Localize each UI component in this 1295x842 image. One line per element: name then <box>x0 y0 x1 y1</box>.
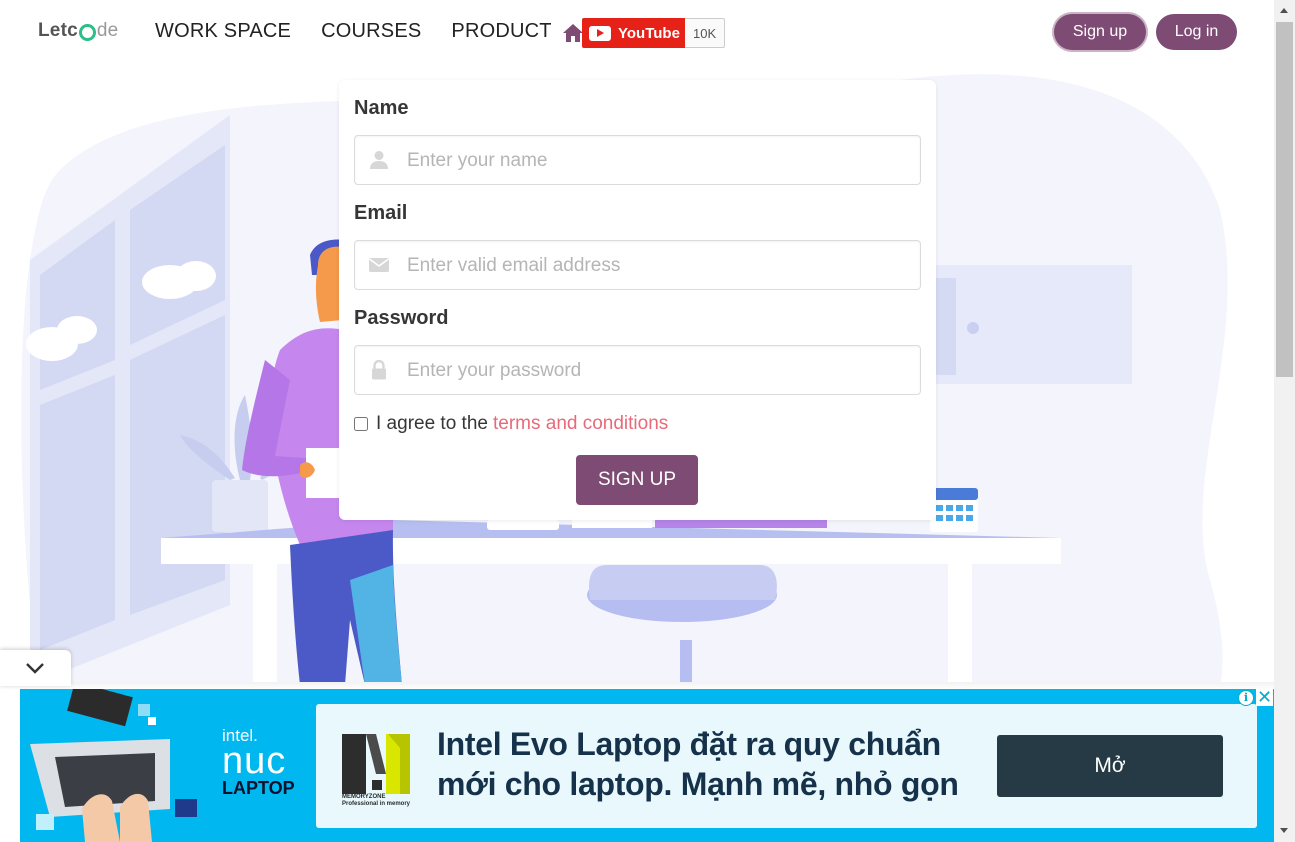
logo-ring-icon <box>78 23 96 41</box>
ad-headline: Intel Evo Laptop đặt ra quy chuẩn mới ch… <box>437 724 977 804</box>
email-input[interactable] <box>405 241 909 291</box>
chair-stem <box>680 640 692 685</box>
ad-banner[interactable]: intel. nuc LAPTOP MEMORYZONE Professiona… <box>20 689 1274 842</box>
nav-courses[interactable]: COURSES <box>321 20 421 43</box>
brand-laptop: LAPTOP <box>222 778 295 798</box>
ad-content-panel[interactable]: MEMORYZONE Professional in memory Intel … <box>316 704 1257 828</box>
password-label: Password <box>354 307 449 329</box>
scroll-thumb[interactable] <box>1276 22 1293 377</box>
user-icon <box>370 151 388 169</box>
memoryzone-tagline: Professional in memory <box>342 801 411 807</box>
logo-text-prefix: Letc <box>38 20 78 41</box>
intel-nuc-brand: intel. nuc LAPTOP <box>222 727 295 798</box>
main-nav: WORK SPACE COURSES PRODUCT <box>155 20 552 43</box>
ad-close-icon[interactable]: ✕ <box>1256 689 1273 706</box>
desk-keyboard <box>487 520 559 530</box>
terms-link[interactable]: terms and conditions <box>493 413 668 435</box>
youtube-subscribe-button[interactable]: YouTube <box>582 18 690 48</box>
ad-headline-line-1: Intel Evo Laptop đặt ra quy chuẩn <box>437 726 941 762</box>
youtube-subscriber-count: 10K <box>685 18 726 48</box>
name-label: Name <box>354 97 409 119</box>
signup-form-card: Name Email Password I ag <box>339 80 936 520</box>
lock-icon <box>372 360 386 380</box>
email-field[interactable] <box>354 240 921 291</box>
calendar-header <box>930 488 978 500</box>
desk-leg-left <box>253 564 277 685</box>
brand-nuc: nuc <box>222 740 287 782</box>
scroll-down-arrow-icon[interactable] <box>1280 828 1288 833</box>
login-button[interactable]: Log in <box>1156 14 1237 50</box>
nav-workspace[interactable]: WORK SPACE <box>155 20 291 43</box>
terms-agreement: I agree to the terms and conditions <box>354 413 668 435</box>
window-pane-3 <box>40 375 115 650</box>
ad-headline-line-2: mới cho laptop. Mạnh mẽ, nhỏ gọn <box>437 766 959 802</box>
header: Letc de WORK SPACE COURSES PRODUCT YouTub… <box>0 0 1274 66</box>
agree-text: I agree to the <box>376 413 488 434</box>
youtube-play-icon <box>589 25 611 41</box>
chevron-down-icon <box>26 663 44 674</box>
password-input[interactable] <box>405 346 909 396</box>
wall-board-panel <box>936 278 956 375</box>
logo-text-suffix: de <box>96 20 119 41</box>
ad-open-button[interactable]: Mở <box>997 735 1223 797</box>
memoryzone-text: MEMORYZONE Professional in memory <box>342 794 412 808</box>
email-label: Email <box>354 202 408 224</box>
laptop-image <box>30 689 197 842</box>
home-icon[interactable] <box>562 23 584 43</box>
desk-papers <box>572 520 652 528</box>
page: Letc de WORK SPACE COURSES PRODUCT YouTub… <box>0 0 1295 842</box>
envelope-icon <box>369 258 389 272</box>
password-field[interactable] <box>354 345 921 396</box>
scroll-up-arrow-icon[interactable] <box>1280 8 1288 13</box>
name-field[interactable] <box>354 135 921 186</box>
signup-button[interactable]: Sign up <box>1054 14 1146 50</box>
logo[interactable]: Letc de <box>38 20 118 42</box>
plant-pot <box>212 480 268 532</box>
ad-info-icon[interactable]: i <box>1238 690 1254 706</box>
memoryzone-name: MEMORYZONE <box>342 794 386 800</box>
chair-back <box>589 565 777 600</box>
desk-leg-right <box>948 564 972 685</box>
ad-collapse-button[interactable] <box>0 650 71 686</box>
page-scrollbar[interactable] <box>1274 0 1295 842</box>
nav-product[interactable]: PRODUCT <box>451 20 551 43</box>
wall-board-dot <box>967 322 979 334</box>
cloud-2 <box>176 261 216 291</box>
wall-board <box>930 265 1132 384</box>
terms-checkbox[interactable] <box>354 417 368 431</box>
name-input[interactable] <box>405 136 909 186</box>
youtube-label: YouTube <box>618 24 680 42</box>
submit-signup-button[interactable]: SIGN UP <box>576 455 698 505</box>
cloud-4 <box>57 316 97 344</box>
